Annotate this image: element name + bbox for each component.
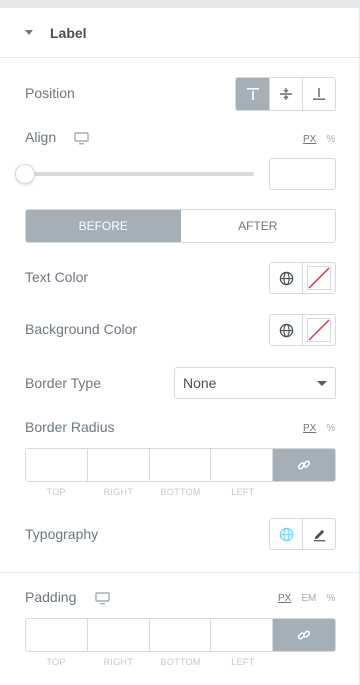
align-unit-switcher: PX % bbox=[303, 134, 335, 145]
padding-left-input[interactable] bbox=[211, 619, 273, 651]
border-radius-right-input[interactable] bbox=[87, 449, 150, 481]
panel-top-strip bbox=[0, 0, 360, 8]
padding-dimensions bbox=[25, 618, 336, 652]
side-label-right: RIGHT bbox=[103, 657, 134, 667]
text-color-label: Text Color bbox=[25, 269, 89, 285]
align-value-input[interactable] bbox=[269, 158, 336, 190]
pencil-icon bbox=[313, 529, 325, 541]
position-top-button[interactable] bbox=[236, 78, 269, 110]
border-radius-label: Border Radius bbox=[25, 419, 115, 435]
position-label: Position bbox=[25, 85, 75, 101]
typography-edit-button[interactable] bbox=[302, 519, 335, 549]
border-radius-side-labels: TOP RIGHT BOTTOM LEFT bbox=[25, 487, 274, 497]
text-color-control bbox=[269, 262, 336, 294]
border-radius-top-input[interactable] bbox=[26, 449, 88, 481]
border-radius-unit-switcher: PX % bbox=[303, 423, 335, 434]
globe-icon bbox=[279, 527, 293, 541]
padding-unit-switcher: PX EM % bbox=[278, 593, 335, 604]
border-type-value: None bbox=[183, 375, 217, 391]
background-color-label: Background Color bbox=[25, 321, 138, 337]
padding-link-button[interactable] bbox=[273, 619, 335, 651]
position-bottom-button[interactable] bbox=[302, 78, 335, 110]
chevron-down-icon bbox=[317, 381, 327, 386]
side-label-bottom: BOTTOM bbox=[160, 487, 201, 497]
typography-global-button[interactable] bbox=[270, 519, 302, 549]
border-type-label: Border Type bbox=[25, 375, 102, 391]
typography-control bbox=[269, 518, 336, 550]
position-middle-button[interactable] bbox=[269, 78, 302, 110]
top-align-icon bbox=[246, 88, 259, 100]
padding-right-input[interactable] bbox=[87, 619, 150, 651]
tab-after[interactable]: AFTER bbox=[180, 210, 335, 242]
align-slider-track[interactable] bbox=[25, 172, 254, 176]
middle-align-icon bbox=[280, 88, 292, 100]
align-label: Align bbox=[25, 129, 57, 145]
padding-bottom-input[interactable] bbox=[149, 619, 212, 651]
typography-label: Typography bbox=[25, 526, 99, 542]
side-label-top: TOP bbox=[46, 487, 66, 497]
unit-px[interactable]: PX bbox=[278, 593, 291, 604]
border-type-select[interactable]: None bbox=[174, 367, 336, 399]
padding-label: Padding bbox=[25, 589, 77, 605]
desktop-monitor-icon[interactable] bbox=[95, 592, 110, 610]
text-color-global-button[interactable] bbox=[270, 263, 302, 293]
globe-icon bbox=[279, 271, 293, 285]
align-slider-handle[interactable] bbox=[15, 164, 35, 184]
no-color-swatch-icon bbox=[307, 266, 331, 290]
section-title: Label bbox=[50, 25, 87, 41]
border-radius-link-button[interactable] bbox=[273, 449, 335, 481]
background-color-global-button[interactable] bbox=[270, 315, 302, 345]
globe-icon bbox=[279, 323, 293, 337]
padding-side-labels: TOP RIGHT BOTTOM LEFT bbox=[25, 657, 274, 667]
border-radius-bottom-input[interactable] bbox=[149, 449, 212, 481]
link-icon bbox=[297, 630, 311, 640]
unit-percent[interactable]: % bbox=[326, 593, 335, 604]
unit-px[interactable]: PX bbox=[303, 134, 316, 145]
unit-percent[interactable]: % bbox=[326, 134, 335, 145]
section-divider bbox=[0, 572, 360, 573]
side-label-bottom: BOTTOM bbox=[160, 657, 201, 667]
border-radius-dimensions bbox=[25, 448, 336, 482]
padding-top-input[interactable] bbox=[26, 619, 88, 651]
side-label-left: LEFT bbox=[231, 657, 255, 667]
unit-px[interactable]: PX bbox=[303, 423, 316, 434]
link-icon bbox=[297, 460, 311, 470]
side-label-right: RIGHT bbox=[103, 487, 134, 497]
no-color-swatch-icon bbox=[307, 318, 331, 342]
side-label-left: LEFT bbox=[231, 487, 255, 497]
side-label-top: TOP bbox=[46, 657, 66, 667]
state-tabs: BEFORE AFTER bbox=[25, 209, 336, 243]
border-radius-left-input[interactable] bbox=[211, 449, 273, 481]
unit-em[interactable]: EM bbox=[301, 593, 316, 604]
text-color-picker[interactable] bbox=[302, 263, 335, 293]
tab-before[interactable]: BEFORE bbox=[26, 210, 181, 242]
caret-down-icon bbox=[25, 30, 33, 35]
section-header-label[interactable]: Label bbox=[0, 8, 360, 58]
background-color-control bbox=[269, 314, 336, 346]
desktop-monitor-icon[interactable] bbox=[74, 132, 89, 150]
bottom-align-icon bbox=[313, 88, 325, 100]
unit-percent[interactable]: % bbox=[326, 423, 335, 434]
position-control bbox=[235, 77, 336, 111]
background-color-picker[interactable] bbox=[302, 315, 335, 345]
